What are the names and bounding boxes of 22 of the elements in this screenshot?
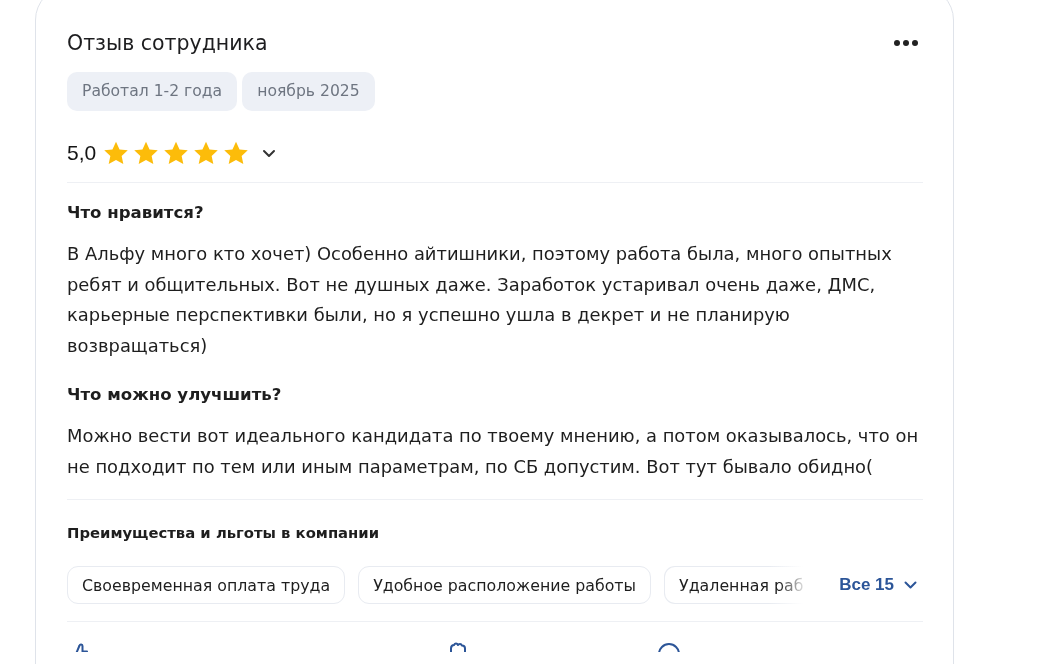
review-text: В Альфу много кто хочет) Особенно айтишники, поэтому работа была, много опытных ребят и общительных. Вот не душных даже. Заработок устаривал очень даже, ДМС, карьерные перспективки были, но я успешно ушла в декрет и не планирую возвращаться) [67, 242, 893, 358]
benefit-chip: Своевременная оплата труда [67, 566, 346, 604]
section-heading: Что можно улучшить? [67, 384, 283, 406]
star-icon [194, 141, 219, 165]
star-icon [104, 141, 129, 165]
benefit-chip: Удаленная раб [664, 566, 804, 604]
more-options-icon[interactable] [893, 39, 919, 47]
chevron-down-icon [904, 581, 917, 589]
star-icon [134, 141, 159, 165]
info-tag: ноябрь 2025 [242, 72, 375, 111]
review-title: Отзыв сотрудника [67, 30, 268, 56]
hand-icon[interactable] [448, 642, 466, 652]
star-icon [164, 141, 189, 165]
section-heading: Что нравится? [67, 202, 205, 224]
review-text: Можно вести вот идеального кандидата по твоему мнению, а потом оказывалось, что он не подходит по тем или иным параметрам, по СБ допустим. Вот тут бывало обидно( [67, 424, 920, 479]
chevron-down-icon[interactable] [262, 148, 277, 158]
info-tag: Работал 1-2 года [67, 72, 238, 111]
show-all-button[interactable]: Все 15 [839, 575, 917, 595]
benefits-heading: Преимущества и льготы в компании [67, 523, 381, 543]
star-icon [224, 141, 249, 165]
benefit-chip: Удобное расположение работы [358, 566, 652, 604]
rating-score: 5,0 [67, 141, 97, 165]
